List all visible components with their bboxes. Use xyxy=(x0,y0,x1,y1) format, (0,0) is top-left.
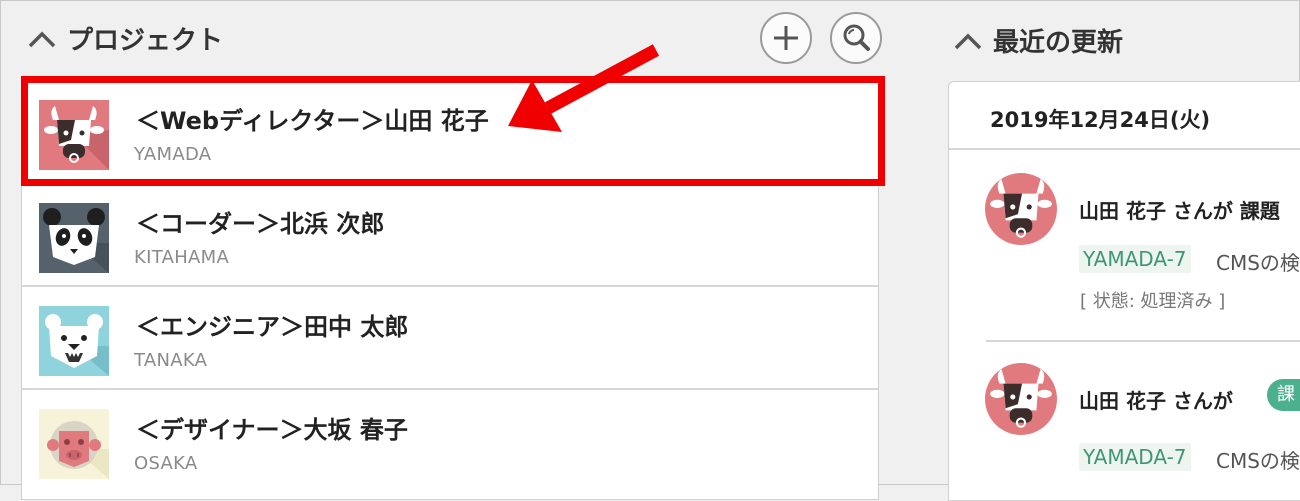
issue-title-link[interactable]: CMSの検 xyxy=(1216,247,1300,276)
project-name: ＜エンジニア＞田中 太郎 xyxy=(136,313,409,341)
update-date: 2019年12月24日(火) xyxy=(990,108,1211,132)
issue-key-link[interactable]: YAMADA-7 xyxy=(1079,443,1191,471)
add-project-button[interactable] xyxy=(760,12,812,64)
project-name: ＜コーダー＞北浜 次郎 xyxy=(136,210,385,238)
project-key: KITAHAMA xyxy=(134,247,230,268)
update-user-text: 山田 花子 さんが xyxy=(1079,389,1233,413)
chevron-up-icon xyxy=(28,31,56,47)
projects-section-title: プロジェクト xyxy=(67,26,224,56)
project-item-kitahama[interactable]: ＜コーダー＞北浜 次郎 KITAHAMA xyxy=(22,184,878,287)
plus-icon xyxy=(774,26,798,50)
red-arrow-annotation xyxy=(508,44,660,132)
monkey-avatar xyxy=(39,409,109,479)
highlight-annotation-box xyxy=(21,76,885,186)
issue-key-link[interactable]: YAMADA-7 xyxy=(1079,245,1191,273)
project-name: ＜デザイナー＞大坂 春子 xyxy=(136,416,408,444)
issue-title-link[interactable]: CMSの検 xyxy=(1216,445,1300,474)
panda-avatar xyxy=(39,203,109,273)
updates-section-header[interactable]: 最近の更新 xyxy=(953,22,1123,59)
project-item-osaka[interactable]: ＜デザイナー＞大坂 春子 OSAKA xyxy=(22,390,878,493)
issue-type-badge: 課 xyxy=(1267,379,1300,411)
recent-updates-panel: 2019年12月24日(火) 山田 花子 さんが 課題 YAMADA-7 CMS… xyxy=(948,81,1300,501)
updates-section-title: 最近の更新 xyxy=(993,28,1124,58)
search-project-button[interactable] xyxy=(830,12,882,64)
date-header: 2019年12月24日(火) xyxy=(949,82,1300,150)
cow-avatar[interactable] xyxy=(985,173,1057,245)
projects-section-header[interactable]: プロジェクト xyxy=(27,20,223,57)
cow-avatar[interactable] xyxy=(985,363,1057,435)
issue-status-text: [ 状態: 処理済み ] xyxy=(1080,291,1226,312)
update-divider xyxy=(986,340,1300,342)
project-key: TANAKA xyxy=(134,350,208,371)
search-icon xyxy=(843,24,870,51)
polar-bear-avatar xyxy=(39,306,109,376)
project-item-tanaka[interactable]: ＜エンジニア＞田中 太郎 TANAKA xyxy=(22,287,878,390)
chevron-up-icon xyxy=(954,33,982,49)
project-key: OSAKA xyxy=(134,453,198,474)
update-user-text: 山田 花子 さんが 課題 xyxy=(1079,199,1280,223)
